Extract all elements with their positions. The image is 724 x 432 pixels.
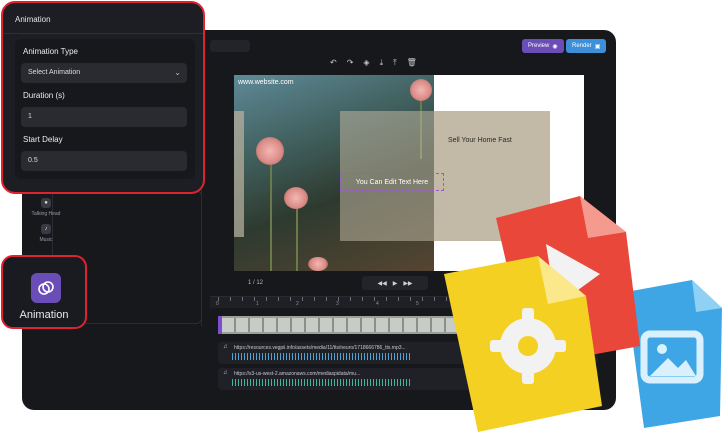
trash-icon[interactable]: 🗑: [407, 58, 417, 68]
ruler-tick: [326, 297, 327, 301]
page-indicator: 1 / 12: [248, 280, 264, 286]
flower: [410, 79, 432, 101]
flower: [284, 187, 308, 209]
ruler-tick: [350, 297, 351, 301]
divider: [3, 33, 203, 34]
ruler-tick: [422, 297, 423, 301]
tagline-text[interactable]: Sell Your Home Fast: [448, 137, 512, 144]
sidebar-item-label: Talking Head: [31, 211, 61, 217]
animation-type-label: Animation Type: [23, 47, 78, 56]
ruler-tick: [398, 297, 399, 301]
animation-tool-button[interactable]: Animation: [1, 255, 87, 329]
file-icons-illustration: [444, 196, 722, 432]
animation-form: Animation Type Select Animation ⌄ Durati…: [15, 39, 195, 179]
preview-label: Preview: [528, 43, 550, 49]
start-delay-input[interactable]: 0.5: [21, 151, 187, 171]
animation-type-select[interactable]: Select Animation ⌄: [21, 63, 187, 83]
upload-icon[interactable]: ⤒: [393, 58, 397, 68]
playback-controls: ◀◀ ▶ ▶▶: [362, 276, 428, 290]
ruler-label: 5: [416, 301, 419, 307]
sidebar-item-talking-head[interactable]: ● Talking Head: [28, 198, 64, 217]
ruler-tick: [278, 297, 279, 301]
preview-button[interactable]: Preview ◉: [522, 39, 564, 53]
website-text[interactable]: www.website.com: [238, 79, 294, 86]
audio-url: https://resources.vegpii.info/assets/med…: [234, 345, 406, 351]
animation-icon: [31, 273, 61, 303]
ruler-tick: [242, 297, 243, 301]
stem: [296, 205, 298, 271]
ruler-label: 1: [256, 301, 259, 307]
ruler-tick: [302, 297, 303, 301]
person-icon: ●: [41, 198, 51, 208]
ruler-label: 0: [216, 301, 219, 307]
duration-input[interactable]: 1: [21, 107, 187, 127]
redo-icon[interactable]: ↷: [347, 58, 354, 68]
fast-forward-icon[interactable]: ▶▶: [403, 280, 412, 287]
render-button[interactable]: Render ▣: [566, 39, 607, 53]
image-file-icon: [626, 280, 722, 428]
music-icon: ♪: [41, 224, 51, 234]
start-delay-label: Start Delay: [23, 135, 63, 144]
animation-tool-label: Animation: [19, 309, 69, 321]
play-icon[interactable]: ▶: [393, 280, 398, 287]
left-overlay-strip: [234, 111, 244, 237]
canvas-toolbar: ↶ ↷ ◈ ⤓ ⤒ 🗑: [330, 58, 417, 68]
audio-icon: ♫: [223, 370, 228, 376]
editable-text-box[interactable]: You Can Edit Text Here: [340, 173, 444, 191]
ruler-tick: [374, 297, 375, 301]
undo-icon[interactable]: ↶: [330, 58, 337, 68]
ruler-tick: [314, 297, 315, 301]
ruler-tick: [362, 297, 363, 301]
ruler-tick: [290, 297, 291, 301]
eye-icon: ◉: [552, 43, 558, 50]
flower: [308, 257, 328, 271]
stem: [270, 163, 272, 271]
ruler-tick: [410, 297, 411, 301]
root: Preview ◉ Render ▣ ● Talking Head ♪ Musi…: [0, 0, 724, 432]
sidebar-item-music[interactable]: ♪ Music: [28, 224, 64, 243]
duration-label: Duration (s): [23, 91, 65, 100]
audio-waveform: [232, 379, 412, 386]
ruler-tick: [230, 297, 231, 301]
audio-waveform: [232, 353, 412, 360]
panel-title: Animation: [15, 15, 51, 24]
rewind-icon[interactable]: ◀◀: [377, 280, 386, 287]
audio-icon: ♫: [223, 344, 228, 350]
render-icon: ▣: [594, 43, 601, 50]
layers-icon[interactable]: ◈: [363, 58, 369, 68]
download-icon[interactable]: ⤓: [380, 58, 384, 68]
sidebar-item-label: Music: [39, 237, 53, 243]
render-label: Render: [572, 43, 592, 49]
chevron-down-icon: ⌄: [174, 68, 181, 77]
audio-url: https://s3-us-west-2.amazonaws.com/media…: [234, 371, 361, 377]
ruler-tick: [254, 297, 255, 301]
animation-settings-panel: Animation Animation Type Select Animatio…: [1, 1, 205, 194]
ruler-tick: [386, 297, 387, 301]
ruler-tick: [266, 297, 267, 301]
topbar-field[interactable]: [210, 40, 250, 52]
ruler-label: 4: [376, 301, 379, 307]
ruler-label: 3: [336, 301, 339, 307]
flower: [256, 137, 284, 165]
ruler-label: 2: [296, 301, 299, 307]
animation-type-value: Select Animation: [28, 69, 81, 76]
